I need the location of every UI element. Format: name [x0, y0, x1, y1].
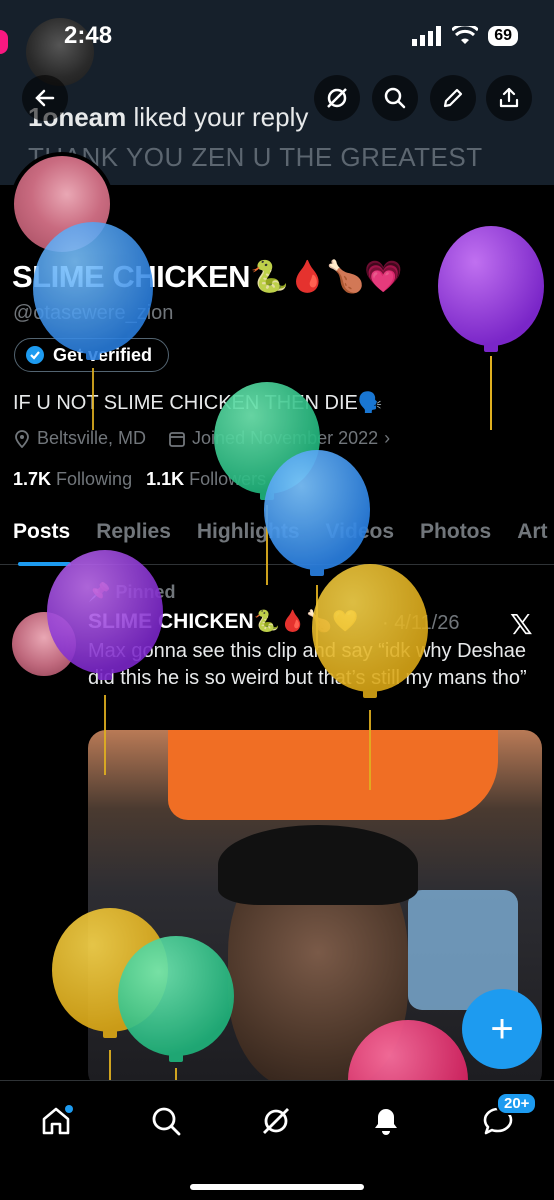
- balloon-pink-1: [348, 1020, 468, 1080]
- messages-badge: 20+: [496, 1092, 538, 1115]
- nav-search[interactable]: [144, 1099, 188, 1143]
- balloons-overlay: [33, 222, 544, 1080]
- bell-icon: [375, 1109, 397, 1135]
- nav-grok[interactable]: [254, 1099, 298, 1143]
- home-indicator: [190, 1184, 364, 1190]
- balloon-blue-1: [33, 222, 153, 430]
- compose-post-button[interactable]: +: [462, 989, 542, 1069]
- search-icon: [152, 1107, 181, 1136]
- balloon-green-2: [118, 936, 234, 1080]
- balloon-purple-1: [438, 226, 544, 430]
- balloon-purple-2: [47, 550, 163, 775]
- nav-notifications[interactable]: [364, 1099, 408, 1143]
- balloon-yellow-1: [312, 564, 428, 790]
- bottom-nav: [0, 1080, 554, 1200]
- home-icon: [42, 1105, 73, 1135]
- nav-home[interactable]: [34, 1099, 78, 1143]
- grok-icon: [263, 1108, 289, 1134]
- plus-icon: +: [490, 1006, 514, 1051]
